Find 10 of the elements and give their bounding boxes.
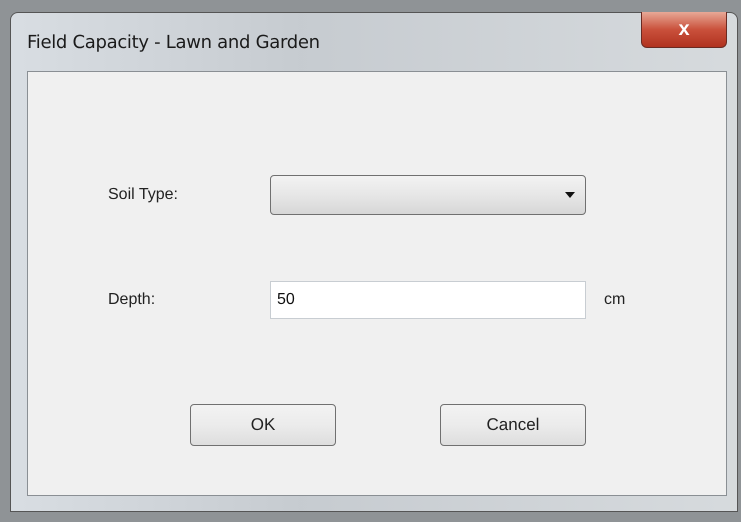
dialog-button[interactable]: OK [190,404,336,446]
caret-icon [565,192,575,198]
dropdown[interactable] [270,175,586,215]
input-field[interactable]: 50 [270,281,586,319]
field-label: Depth: [108,291,156,309]
field-label: Soil Type: [108,186,179,204]
close-button[interactable]: x [641,12,727,48]
window-title: Field Capacity - Lawn and Garden [27,32,320,52]
unit-label: cm [604,291,626,309]
dialog-button[interactable]: Cancel [440,404,586,446]
